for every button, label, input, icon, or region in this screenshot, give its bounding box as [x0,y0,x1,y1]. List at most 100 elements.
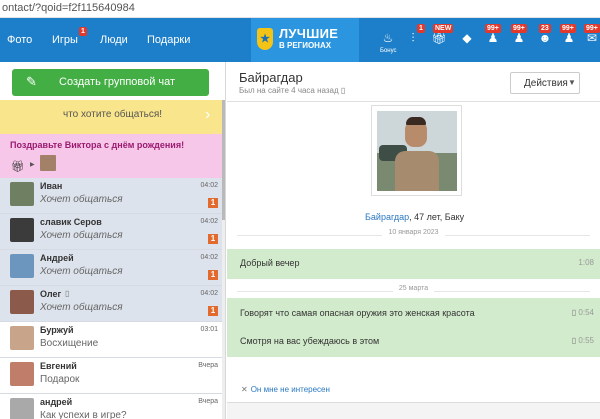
chat-list-panel: ✎ Создать групповой чат что хотите общат… [0,62,226,419]
chat-time: Вчера [198,398,218,405]
date-separator: 10 января 2023 [237,229,590,241]
badge-99-c: 99+ [560,24,576,33]
unread-badge: 1 [208,234,218,244]
chat-list-item[interactable]: Буржуй Восхищение 03:01 [0,322,222,358]
chat-list-item[interactable]: андрей Как успехи в игре? Вчера [0,394,222,419]
avatar[interactable] [10,254,34,278]
chat-list-item[interactable]: Олег ▯ Хочет общаться 04:02 1 [0,286,222,322]
date-separator: 25 марта [237,285,590,297]
add-chat-icon: ✎ [26,74,37,89]
conversation-panel: Байрагдар Был на сайте 4 часа назад ▯ Де… [227,62,600,419]
message-time: ▯ 0:54 [571,308,594,317]
diamond-icon[interactable]: ◆ [459,30,475,46]
chat-name: славик Серов [40,217,102,227]
chat-preview: Восхищение [40,338,99,349]
chat-preview: Хочет общаться [40,194,123,205]
birthday-text: Поздравьте Виктора с днём рождения! [10,140,185,150]
nav-gifts[interactable]: Подарки [147,34,190,46]
chevron-down-icon: ▼ [568,78,576,87]
chat-list-item[interactable]: Евгений Подарок Вчера [0,358,222,394]
avatar[interactable] [10,362,34,386]
actions-label: Действия [524,78,568,89]
message-text: Добрый вечер [240,258,300,268]
profile-link[interactable]: Байрагдар [365,212,409,222]
message-input-area[interactable] [227,402,600,419]
profile-photo[interactable] [371,105,462,196]
logo-title: ЛУЧШИЕ [279,26,339,41]
incoming-message[interactable]: Говорят что самая опасная оружия это жен… [227,298,600,357]
scrollbar-thumb[interactable] [222,100,225,220]
chat-list-item[interactable]: Иван Хочет общаться 04:02 1 [0,178,222,214]
chat-list-item[interactable]: славик Серов Хочет общаться 04:02 1 [0,214,222,250]
chat-time: 03:01 [200,326,218,333]
site-logo[interactable]: ★ ЛУЧШИЕ В РЕГИОНАХ [251,18,359,62]
phone-icon: ▯ [65,289,70,298]
chat-preview: Подарок [40,374,80,385]
phone-icon: ▯ [340,86,346,95]
chat-name: Евгений [40,361,77,371]
actions-dropdown[interactable]: Действия ▼ [510,72,580,94]
badge-99-b: 99+ [511,24,527,33]
chat-time: 04:02 [200,254,218,261]
profile-info: Байрагдар, 47 лет, Баку [365,212,464,222]
avatar[interactable] [10,290,34,314]
bonus-icon[interactable]: ♨ [380,30,396,46]
chat-name: Буржуй [40,325,74,335]
triangle-right-icon: ▶ [30,162,35,168]
avatar[interactable] [10,326,34,350]
message-time: 1:08 [578,258,594,267]
tip-text: что хотите общаться! [63,109,163,120]
address-bar[interactable]: ontact/?qoid=f2f115640984 [0,0,600,18]
chat-time: 04:02 [200,182,218,189]
nav-people[interactable]: Люди [100,34,128,46]
avatar[interactable] [10,218,34,242]
badge-1: 1 [417,24,425,33]
unread-badge: 1 [208,270,218,280]
chat-name: андрей [40,397,73,407]
chat-preview: Хочет общаться [40,230,123,241]
birthday-banner[interactable]: Поздравьте Виктора с днём рождения! 🎁︎ ▶ [0,134,222,178]
not-interested-link[interactable]: ✕ Он мне не интересен [241,385,330,394]
tip-banner[interactable]: что хотите общаться! › [0,100,222,134]
create-group-chat-label: Создать групповой чат [59,76,176,88]
contact-name[interactable]: Байрагдар [239,70,303,85]
chat-name: Андрей [40,253,74,263]
nav-photo[interactable]: Фото [7,34,32,46]
avatar[interactable] [10,398,34,419]
message-text: Смотря на вас убеждаюсь в этом [240,336,380,346]
profile-details: , 47 лет, Баку [409,212,465,222]
chat-time: 04:02 [200,218,218,225]
unread-badge: 1 [208,198,218,208]
chat-name: Олег [40,289,62,299]
scrollbar[interactable] [222,100,225,419]
chat-name: Иван [40,181,63,191]
avatar[interactable] [10,182,34,206]
bonus-label: Бонус [380,48,397,54]
badge-99-a: 99+ [485,24,501,33]
incoming-message[interactable]: Добрый вечер 1:08 [227,249,600,279]
badge-new: NEW [433,24,454,33]
chat-list-item[interactable]: Андрей Хочет общаться 04:02 1 [0,250,222,286]
conversation-header: Байрагдар Был на сайте 4 часа назад ▯ Де… [227,62,600,102]
chat-preview: Хочет общаться [40,266,123,277]
badge-23: 23 [539,24,551,33]
chat-preview: Хочет общаться [40,302,123,313]
chat-time: Вчера [198,362,218,369]
chat-preview: Как успехи в игре? [40,410,127,419]
create-group-chat-button[interactable]: ✎ Создать групповой чат [12,69,209,96]
shield-logo-icon: ★ [257,28,273,50]
chevron-right-icon[interactable]: › [205,106,210,124]
avatar[interactable] [40,155,56,171]
unread-badge: 1 [208,306,218,316]
close-icon: ✕ [241,385,248,394]
chat-time: 04:02 [200,290,218,297]
message-text: Говорят что самая опасная оружия это жен… [240,308,475,318]
contact-status: Был на сайте 4 часа назад ▯ [239,86,346,95]
message-time: ▯ 0:55 [571,336,594,345]
logo-subtitle: В РЕГИОНАХ [279,41,332,50]
games-badge: 1 [79,27,87,36]
badge-99-d: 99+ [584,24,600,33]
top-navigation: Фото Игры 1 Люди Подарки ★ ЛУЧШИЕ В РЕГИ… [0,18,600,62]
nav-games[interactable]: Игры [52,34,78,46]
gift-icon: 🎁︎ [11,161,25,173]
